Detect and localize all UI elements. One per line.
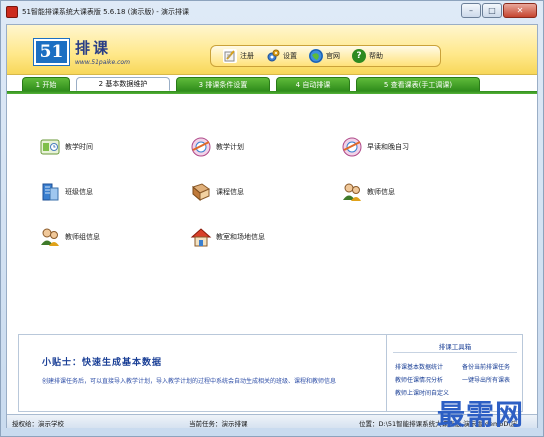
toolbox-divider [393,352,517,353]
morning-evening-study-label: 早读和晚自习 [367,143,409,151]
header-banner: 51 排课 www.51paike.com 注册 设置 官网 ? 帮助 [7,25,537,75]
teaching-plan-icon [191,137,211,157]
help-button[interactable]: ? 帮助 [352,49,383,63]
course-info-icon [192,183,211,202]
tab-strip: 1 开始 2 基本数据维护 3 排课条件设置 4 自动排课 5 查看课表(手工调… [22,77,522,91]
teacher-info-label: 教师信息 [367,188,395,196]
classroom-venue-label: 教室和场地信息 [216,233,265,241]
help-icon: ? [352,49,366,63]
watermark: 最需网 [437,398,525,431]
settings-button[interactable]: 设置 [266,49,297,63]
tool-data-statistics[interactable]: 排课基本数据统计 [395,362,443,371]
tips-title: 小贴士：快速生成基本数据 [42,358,163,368]
tips-panel: 小贴士：快速生成基本数据 创建排课任务后，可以直接导入教学计划，导入教学计划的过… [19,335,384,411]
tool-backup-task[interactable]: 备份当前排课任务 [462,362,510,371]
toolbox-title: 排课工具箱 [438,343,472,351]
website-button[interactable]: 官网 [309,49,340,63]
teacher-group-label: 教师组信息 [65,233,100,241]
website-label: 官网 [326,52,340,60]
app-icon [6,6,18,18]
window-title: 51智能排课系统大课表版 5.6.18 (演示版) - 演示排课 [22,8,190,16]
logo-text: 排课 [75,39,112,57]
top-toolbar: 注册 设置 官网 ? 帮助 [210,45,441,67]
client-area: 51 排课 www.51paike.com 注册 设置 官网 ? 帮助 1 开始… [6,24,538,428]
settings-icon [266,49,280,63]
tab-view-timetable[interactable]: 5 查看课表(手工调课) [356,77,480,91]
help-label: 帮助 [369,52,383,60]
register-button[interactable]: 注册 [223,49,254,63]
teaching-time-icon [40,139,60,155]
logo-number: 51 [34,39,69,65]
close-button[interactable]: ✕ [503,3,537,18]
teacher-info-button[interactable]: 教师信息 [341,181,395,203]
minimize-button[interactable]: – [461,3,481,18]
status-task: 当前任务：演示排课 [189,420,248,428]
title-bar[interactable]: 51智能排课系统大课表版 5.6.18 (演示版) - 演示排课 – □ ✕ [1,1,543,23]
window-controls: – □ ✕ [460,3,537,18]
tab-underline [7,91,537,94]
teaching-plan-label: 教学计划 [216,143,244,151]
classroom-venue-button[interactable]: 教室和场地信息 [190,226,265,248]
class-info-button[interactable]: 班级信息 [39,181,93,203]
classroom-venue-icon [190,228,212,247]
tab-start[interactable]: 1 开始 [22,77,70,91]
teaching-time-label: 教学时间 [65,143,93,151]
tab-conditions[interactable]: 3 排课条件设置 [176,77,270,91]
teacher-group-icon [41,228,59,246]
tips-body: 创建排课任务后，可以直接导入教学计划，导入教学计划的过程中系统会自动生成相关的班… [42,378,337,385]
website-icon [309,49,323,63]
course-info-label: 课程信息 [216,188,244,196]
tool-export-timetables[interactable]: 一键导出所有课表 [462,375,510,384]
teaching-time-button[interactable]: 教学时间 [39,136,93,158]
course-info-button[interactable]: 课程信息 [190,181,244,203]
register-label: 注册 [240,52,254,60]
teacher-info-icon [343,183,361,201]
settings-label: 设置 [283,52,297,60]
app-window: 51智能排课系统大课表版 5.6.18 (演示版) - 演示排课 – □ ✕ 5… [0,0,544,437]
morning-evening-study-button[interactable]: 早读和晚自习 [341,136,409,158]
class-info-icon [42,183,59,201]
class-info-label: 班级信息 [65,188,93,196]
logo-url: www.51paike.com [75,59,130,66]
teacher-group-button[interactable]: 教师组信息 [39,226,100,248]
maximize-button[interactable]: □ [482,3,502,18]
basic-data-panel: 教学时间 教学计划 早读和晚自习 班级信息 课程信息 教师信息 教师组信息 教室… [18,116,523,329]
tool-teacher-analysis[interactable]: 教师任课情况分析 [395,375,443,384]
morning-evening-study-icon [342,137,362,157]
tab-auto-schedule[interactable]: 4 自动排课 [276,77,350,91]
tab-basic-data[interactable]: 2 基本数据维护 [76,77,170,91]
status-school: 授权给：演示学校 [12,420,64,428]
register-icon [223,49,237,63]
teaching-plan-button[interactable]: 教学计划 [190,136,244,158]
